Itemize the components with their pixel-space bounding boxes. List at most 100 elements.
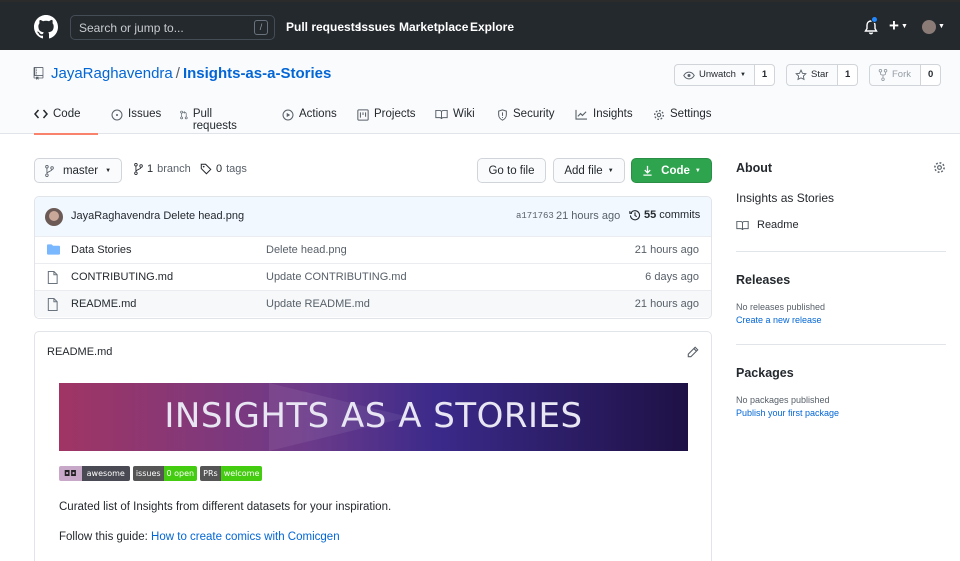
file-commit-message[interactable]: Update README.md [266,298,370,310]
star-count[interactable]: 1 [838,64,859,86]
commits-link[interactable]: 55 commits [629,209,700,221]
graph-icon [575,109,587,120]
releases-heading[interactable]: Releases [736,273,790,287]
unwatch-button[interactable]: Unwatch ▼ [674,64,755,86]
fork-label: Fork [892,69,911,80]
issues-badge[interactable]: issues 0 open [132,466,198,481]
tab-code[interactable]: Code [34,108,98,135]
tab-label: Pull requests [192,108,237,132]
about-description: Insights as Stories [736,191,835,205]
awesome-badge-text: awesome [81,466,130,481]
commits-label: commits [659,209,701,221]
tab-label: Projects [374,108,416,120]
publish-package-link[interactable]: Publish your first package [736,408,839,418]
tab-actions[interactable]: Actions [282,108,337,134]
guide-link[interactable]: How to create comics with Comicgen [151,531,340,543]
watch-count[interactable]: 1 [754,64,776,86]
latest-commit: JayaRaghavendra Delete head.png a171763 … [35,197,711,237]
go-to-file-button[interactable]: Go to file [477,158,546,183]
add-file-label: Add file [564,164,603,177]
file-name[interactable]: CONTRIBUTING.md [71,271,173,283]
tab-projects[interactable]: Projects [357,108,416,134]
file-name[interactable]: README.md [71,298,136,310]
search-box[interactable]: / [70,15,275,40]
git-branch-icon [45,164,54,177]
git-branch-icon [134,163,143,175]
shield-icon [498,109,507,121]
commit-author-avatar[interactable] [45,208,63,226]
pencil-icon[interactable] [687,346,699,358]
create-release-link[interactable]: Create a new release [736,315,822,325]
file-name[interactable]: Data Stories [71,244,132,256]
readme-intro: Curated list of Insights from different … [59,501,392,513]
divider [736,251,946,252]
project-icon [357,109,369,121]
eye-icon [683,71,695,79]
fork-count[interactable]: 0 [921,64,942,86]
awesome-badge[interactable]: ◘◘ awesome [59,466,130,481]
file-row[interactable]: CONTRIBUTING.md Update CONTRIBUTING.md 6… [35,263,711,290]
tab-label: Wiki [453,108,475,120]
create-new-dropdown[interactable]: + ▼ [889,16,908,36]
repo-name-link[interactable]: Insights-as-a-Stories [183,65,331,82]
star-group: Star 1 [786,64,859,86]
notifications-bell-icon[interactable] [864,16,878,38]
commit-time: 21 hours ago [556,210,621,222]
download-icon [643,165,652,176]
tab-label: Code [53,108,81,120]
issue-opened-icon [111,109,123,121]
book-icon [435,109,448,120]
code-button[interactable]: Code ▼ [631,158,712,183]
commits-count: 55 [644,209,657,221]
git-pull-request-icon [180,110,188,120]
file-row[interactable]: Data Stories Delete head.png 21 hours ag… [35,236,711,263]
packages-heading[interactable]: Packages [736,366,794,380]
repo-separator: / [175,65,180,82]
tab-insights[interactable]: Insights [575,108,633,134]
commit-sha[interactable]: a171763 [516,211,554,221]
nav-marketplace[interactable]: Marketplace [399,20,468,34]
nav-issues[interactable]: Issues [358,20,395,34]
file-commit-message[interactable]: Update CONTRIBUTING.md [266,271,407,283]
packages-empty-text: No packages published [736,395,830,405]
readme-banner-image: INSIGHTS AS A STORIES [59,383,688,451]
file-age: 21 hours ago [634,244,699,256]
branch-select-button[interactable]: master ▼ [34,158,122,183]
commit-message[interactable]: JayaRaghavendra Delete head.png [71,210,244,222]
badges-row: ◘◘ awesome issues 0 open PRs welcome [59,466,263,481]
tab-label: Security [513,108,555,120]
add-file-button[interactable]: Add file ▼ [553,158,625,183]
nav-pull-requests[interactable]: Pull requests [286,20,361,34]
tab-pull-requests[interactable]: Pull requests [180,108,240,134]
readme-sidebar-link[interactable]: Readme [736,219,799,231]
repo-owner-link[interactable]: JayaRaghavendra [51,65,173,82]
file-row[interactable]: README.md Update README.md 21 hours ago [35,290,711,317]
book-icon [736,220,749,230]
user-menu[interactable]: ▼ [922,19,945,34]
repo-header: JayaRaghavendra / Insights-as-a-Stories Un… [0,50,960,135]
folder-icon [47,244,60,255]
github-logo-icon[interactable] [34,15,58,39]
tab-label: Actions [299,108,337,120]
prs-badge[interactable]: PRs welcome [200,466,263,481]
tab-wiki[interactable]: Wiki [435,108,475,134]
fork-button[interactable]: Fork [869,64,921,86]
file-commit-message[interactable]: Delete head.png [266,244,347,256]
search-input[interactable] [71,16,251,39]
tab-settings[interactable]: Settings [653,108,712,134]
nav-explore[interactable]: Explore [470,20,514,34]
star-button[interactable]: Star [786,64,838,86]
gear-icon[interactable] [933,161,946,174]
branches-count: 1 [147,163,154,175]
code-icon [34,109,48,119]
banner-text: INSIGHTS AS A STORIES [164,396,583,436]
file-icon [47,271,58,284]
fork-group: Fork 0 [869,64,942,86]
branches-link[interactable]: 1 branch [134,163,191,175]
tab-security[interactable]: Security [497,108,555,134]
tags-link[interactable]: 0 tags [200,163,247,175]
watch-group: Unwatch ▼ 1 [674,64,776,86]
fork-icon [878,69,888,81]
issues-badge-right: 0 open [163,466,198,481]
tab-issues[interactable]: Issues [111,108,161,134]
